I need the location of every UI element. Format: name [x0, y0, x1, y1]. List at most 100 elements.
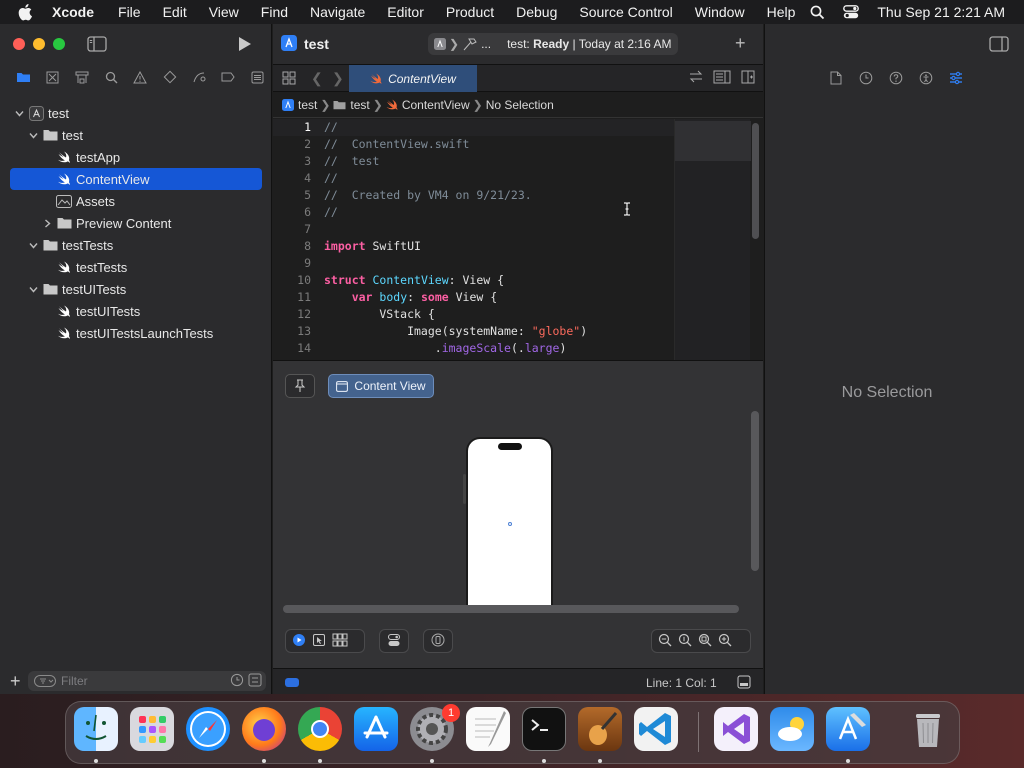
navigator-item-testtests[interactable]: testTests: [0, 234, 272, 256]
navigate-forward-icon[interactable]: ❯: [332, 70, 344, 87]
navigate-back-icon[interactable]: ❮: [311, 70, 323, 87]
inspector-toggle-icon[interactable]: [989, 36, 1009, 55]
accessibility-inspector-icon[interactable]: [917, 69, 935, 87]
project-title[interactable]: test: [304, 36, 329, 52]
control-center-icon[interactable]: [843, 5, 860, 19]
scheme-selector[interactable]: ❯ ...: [434, 37, 491, 51]
jumpbar-file[interactable]: ContentView: [386, 98, 470, 112]
menu-file[interactable]: File: [118, 4, 141, 20]
disclosure-open-icon[interactable]: [14, 108, 24, 118]
related-items-grid-icon[interactable]: [282, 71, 296, 88]
navigator-item-testuitests[interactable]: testUITests: [0, 278, 272, 300]
filter-options-icon[interactable]: [34, 675, 56, 690]
navigator-filter-field[interactable]: Filter: [28, 671, 266, 691]
zoom-actual-size-icon[interactable]: [678, 633, 692, 650]
pin-preview-button[interactable]: [285, 374, 315, 398]
content-view-preview-button[interactable]: Content View: [328, 374, 434, 398]
zoom-to-fit-icon[interactable]: [698, 633, 712, 650]
iphone-preview[interactable]: [463, 437, 553, 607]
close-window-button[interactable]: [13, 38, 25, 50]
visual-studio-icon[interactable]: [714, 707, 758, 751]
navigator-item-testapp[interactable]: testApp: [0, 146, 272, 168]
spotlight-search-icon[interactable]: [810, 5, 825, 20]
selectable-mode-icon[interactable]: [312, 633, 326, 650]
apple-menu-icon[interactable]: [18, 3, 36, 21]
add-editor-tab-button[interactable]: +: [735, 33, 746, 54]
menu-find[interactable]: Find: [261, 4, 288, 20]
navigator-item-test[interactable]: test: [0, 124, 272, 146]
safari-icon[interactable]: [186, 707, 230, 751]
garageband-icon[interactable]: [578, 707, 622, 751]
menu-product[interactable]: Product: [446, 4, 494, 20]
variants-grid-icon[interactable]: [332, 633, 348, 650]
swap-editor-icon[interactable]: [689, 70, 703, 87]
recent-files-filter-icon[interactable]: [230, 673, 244, 690]
weather-icon[interactable]: [770, 707, 814, 751]
line-number[interactable]: 6: [273, 205, 311, 219]
jumpbar-symbol[interactable]: No Selection: [486, 98, 554, 112]
code-vertical-scrollbar[interactable]: [752, 123, 759, 239]
run-button-icon[interactable]: [238, 36, 252, 55]
minimap[interactable]: [674, 119, 751, 360]
line-number[interactable]: 8: [273, 239, 311, 253]
menubar-clock[interactable]: Thu Sep 21 2:21 AM: [877, 4, 1005, 20]
split-editor-icon[interactable]: [741, 70, 755, 87]
terminal-icon[interactable]: [522, 707, 566, 751]
find-navigator-icon[interactable]: [97, 67, 126, 87]
run-destination[interactable]: ...: [481, 37, 491, 51]
navigator-item-testuitestslaunchtests[interactable]: testUITestsLaunchTests: [0, 322, 272, 344]
minimize-window-button[interactable]: [33, 38, 45, 50]
preview-device-button[interactable]: [423, 629, 453, 653]
line-number[interactable]: 1: [273, 120, 311, 134]
textedit-icon[interactable]: [466, 707, 510, 751]
line-number[interactable]: 11: [273, 290, 311, 304]
menu-debug[interactable]: Debug: [516, 4, 557, 20]
issue-navigator-icon[interactable]: [126, 67, 155, 87]
canvas-vertical-scrollbar[interactable]: [751, 411, 759, 571]
symbol-navigator-icon[interactable]: [67, 67, 96, 87]
firefox-icon[interactable]: [242, 707, 286, 751]
menu-view[interactable]: View: [209, 4, 239, 20]
zoom-out-icon[interactable]: [658, 633, 672, 650]
live-preview-icon[interactable]: [292, 633, 306, 650]
source-code-editor[interactable]: 1 // 2 // ContentView.swift 3 // test 4 // 5 // C…: [273, 119, 763, 360]
jumpbar-folder[interactable]: test: [333, 98, 370, 112]
source-control-filter-icon[interactable]: [248, 673, 262, 690]
add-file-button[interactable]: +: [10, 671, 21, 692]
report-navigator-icon[interactable]: [243, 67, 272, 87]
line-number[interactable]: 12: [273, 307, 311, 321]
app-store-icon[interactable]: [354, 707, 398, 751]
breakpoint-navigator-icon[interactable]: [214, 67, 243, 87]
disclosure-open-icon[interactable]: [28, 130, 38, 140]
menu-help[interactable]: Help: [767, 4, 796, 20]
menu-source-control[interactable]: Source Control: [579, 4, 672, 20]
line-number[interactable]: 14: [273, 341, 311, 355]
minimap-visible-region[interactable]: [675, 121, 751, 161]
navigator-item-assets[interactable]: Assets: [0, 190, 272, 212]
navigator-item-contentview[interactable]: ContentView: [10, 168, 262, 190]
project-navigator-tab-folder-icon[interactable]: [9, 67, 38, 87]
history-inspector-icon[interactable]: [857, 69, 875, 87]
menu-edit[interactable]: Edit: [163, 4, 187, 20]
jumpbar-project[interactable]: test: [282, 98, 317, 112]
editor-options-icon[interactable]: [713, 70, 731, 87]
tab-contentview[interactable]: ContentView: [349, 65, 477, 92]
debug-navigator-icon[interactable]: [184, 67, 213, 87]
menu-editor[interactable]: Editor: [387, 4, 424, 20]
canvas-horizontal-scrollbar[interactable]: [283, 605, 739, 613]
debug-area-toggle[interactable]: [285, 678, 299, 687]
scheme-status-bar[interactable]: ❯ ... test: Ready | Today at 2:16 AM: [428, 33, 678, 55]
menu-app-xcode[interactable]: Xcode: [52, 4, 94, 20]
navigator-item-testtests[interactable]: testTests: [0, 256, 272, 278]
launchpad-icon[interactable]: [130, 707, 174, 751]
disclosure-open-icon[interactable]: [28, 240, 38, 250]
navigator-item-test[interactable]: test: [0, 102, 272, 124]
line-number[interactable]: 10: [273, 273, 311, 287]
disclosure-open-icon[interactable]: [28, 284, 38, 294]
source-control-navigator-icon[interactable]: [38, 67, 67, 87]
attributes-inspector-icon[interactable]: [947, 69, 965, 87]
line-number[interactable]: 5: [273, 188, 311, 202]
zoom-window-button[interactable]: [53, 38, 65, 50]
line-number[interactable]: 9: [273, 256, 311, 270]
vscode-icon[interactable]: [634, 707, 678, 751]
